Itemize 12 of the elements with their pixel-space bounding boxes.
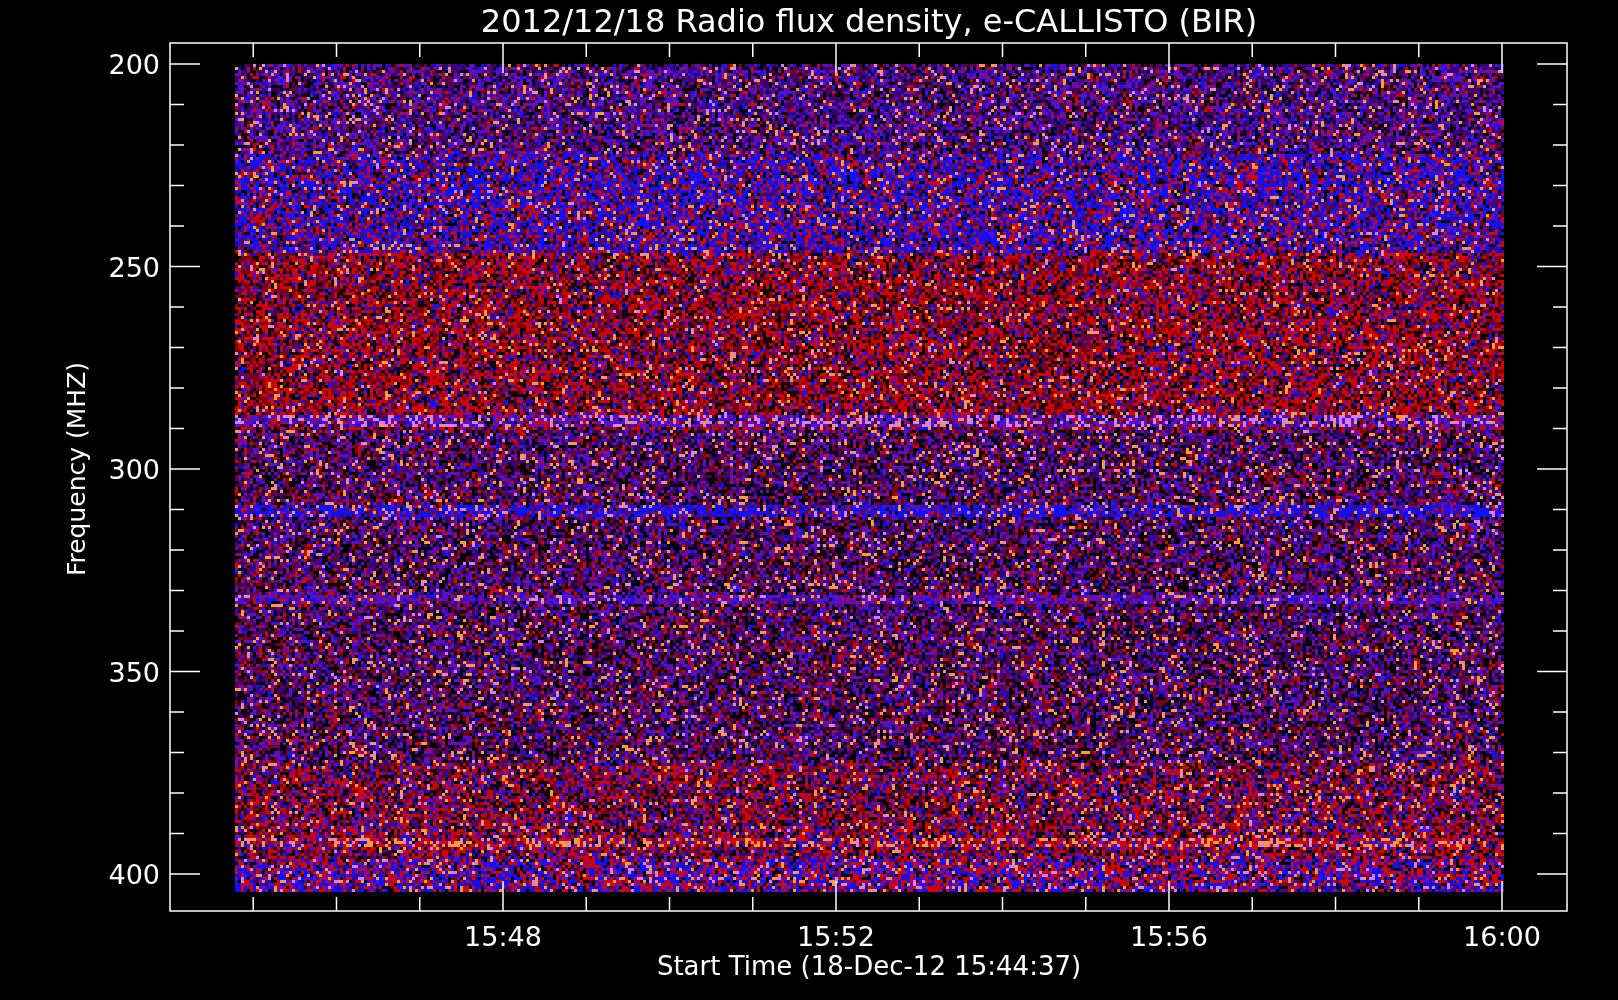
y-axis-label: Frequency (MHZ) [62, 361, 91, 577]
x-tick-label: 15:48 [464, 921, 542, 952]
y-tick-label: 300 [108, 454, 160, 485]
x-tick-label: 15:52 [797, 921, 875, 952]
x-tick-label: 15:56 [1130, 921, 1208, 952]
y-tick-label: 350 [108, 656, 160, 688]
y-tick-label: 400 [108, 859, 160, 890]
y-tick-label: 200 [108, 49, 160, 80]
y-tick-label: 250 [108, 251, 160, 283]
x-tick-label: 16:00 [1463, 921, 1541, 952]
chart-title: 2012/12/18 Radio flux density, e-CALLISTO (BIR) [480, 2, 1258, 40]
x-axis-label: Start Time (18-Dec-12 15:44:37) [656, 951, 1082, 981]
